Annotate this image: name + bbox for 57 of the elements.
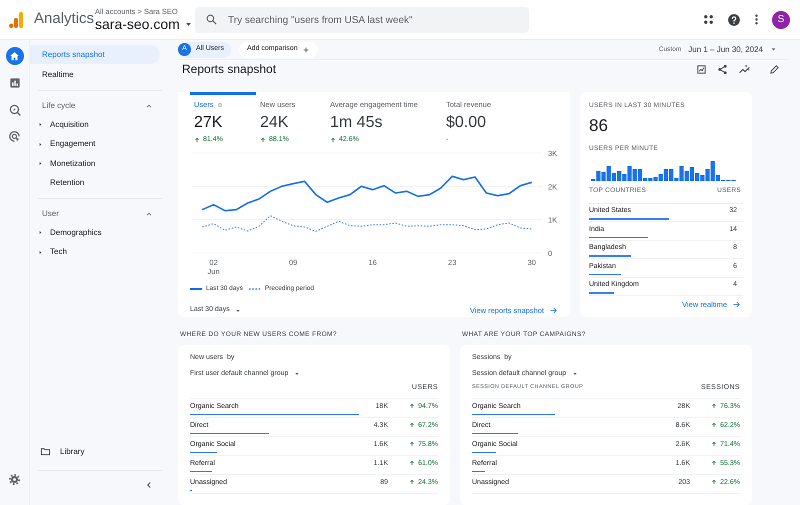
nav-item[interactable]: Engagement	[30, 134, 160, 154]
nav-item[interactable]: Realtime	[30, 65, 160, 84]
section-header[interactable]: Life cycle	[30, 96, 160, 115]
insights-icon[interactable]	[738, 62, 751, 76]
nav-item[interactable]: Monetization	[30, 154, 160, 174]
metric-value: $0.00	[446, 112, 486, 132]
arrow-up-icon	[711, 422, 718, 428]
library-link[interactable]: Library	[30, 442, 170, 461]
nav-item[interactable]: Reports snapshot	[30, 45, 160, 64]
arrow-up-icon	[711, 441, 718, 447]
settings-icon[interactable]	[8, 473, 21, 486]
property-selector[interactable]: sara-seo.com	[95, 16, 195, 32]
metric-value: 24K	[260, 112, 288, 132]
arrow-up-icon	[711, 479, 718, 485]
metric-value: 27K	[194, 112, 222, 132]
apps-icon[interactable]	[702, 13, 715, 26]
arrow-up-icon	[260, 136, 266, 143]
analytics-logo-icon	[9, 12, 23, 28]
arrow-up-icon	[409, 422, 416, 428]
compare-icon	[216, 102, 223, 108]
arrow-up-icon	[409, 479, 416, 485]
nav-item[interactable]: Tech	[30, 242, 160, 262]
plus-icon	[302, 46, 310, 54]
home-icon[interactable]	[6, 47, 24, 65]
arrow-up-icon	[711, 403, 718, 409]
account-avatar[interactable]: S	[772, 10, 790, 28]
arrow-right-icon	[732, 300, 741, 310]
legend-line-icon	[248, 287, 261, 292]
arrow-up-icon	[330, 136, 336, 143]
realtime-value: 86	[589, 116, 609, 136]
arrow-up-icon	[409, 403, 416, 409]
search-field[interactable]: Try searching "users from USA last week"	[195, 7, 529, 33]
arrow-up-icon	[409, 441, 416, 447]
nav-item[interactable]: Acquisition	[30, 115, 160, 134]
legend-line-icon	[190, 287, 202, 292]
arrow-up-icon	[711, 460, 718, 466]
expand-arrow-icon	[36, 121, 44, 128]
nav-item[interactable]: Retention	[30, 174, 160, 193]
expand-arrow-icon	[36, 229, 44, 236]
date-range-picker[interactable]: Jun 1 – Jun 30, 2024	[688, 44, 778, 56]
expand-arrow-icon	[36, 248, 44, 256]
share-icon[interactable]	[717, 64, 728, 75]
help-icon[interactable]	[727, 12, 741, 26]
search-icon	[205, 13, 218, 26]
metric-value: 1m 45s	[330, 112, 382, 132]
arrow-up-icon	[409, 460, 416, 466]
arrow-right-icon	[549, 306, 558, 316]
expand-arrow-icon	[36, 160, 44, 168]
arrow-up-icon	[194, 136, 200, 143]
section-header[interactable]: User	[30, 204, 160, 223]
edit-icon[interactable]	[769, 64, 780, 75]
page-title: Reports snapshot	[182, 61, 276, 78]
folder-icon	[40, 446, 51, 457]
nav-item[interactable]: Demographics	[30, 223, 160, 242]
expand-arrow-icon	[36, 140, 44, 148]
customize-report-icon[interactable]	[696, 64, 707, 75]
app-title: Analytics	[34, 9, 95, 30]
